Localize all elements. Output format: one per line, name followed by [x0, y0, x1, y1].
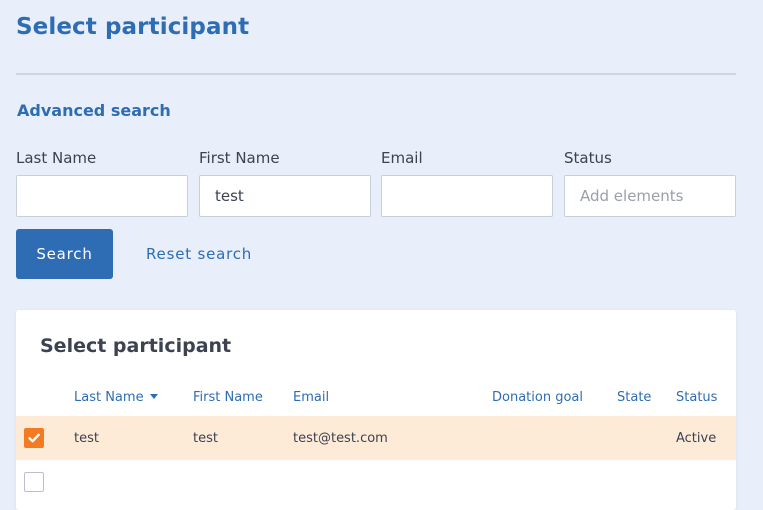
column-header-last-name[interactable]: Last Name: [74, 390, 158, 405]
checkmark-icon: [28, 433, 40, 443]
table-row[interactable]: [16, 460, 736, 504]
cell-first-name: test: [193, 431, 218, 446]
column-header-label: Last Name: [74, 390, 144, 405]
email-label: Email: [381, 149, 423, 167]
results-title: Select participant: [40, 335, 232, 357]
sort-desc-icon: [149, 394, 158, 399]
column-header-state[interactable]: State: [617, 390, 651, 405]
last-name-label: Last Name: [16, 149, 97, 167]
cell-status: Active: [676, 431, 717, 446]
first-name-label: First Name: [199, 149, 280, 167]
last-name-input[interactable]: [16, 175, 188, 217]
row-checkbox[interactable]: [24, 472, 44, 492]
status-label: Status: [564, 149, 612, 167]
results-card: Select participant Last Name First Name …: [16, 310, 736, 510]
column-header-donation-goal[interactable]: Donation goal: [492, 390, 583, 405]
column-header-email[interactable]: Email: [293, 390, 329, 405]
table-row[interactable]: test test test@test.com Active: [16, 416, 736, 460]
column-header-status[interactable]: Status: [676, 390, 717, 405]
advanced-search-link[interactable]: Advanced search: [17, 101, 171, 120]
column-header-first-name[interactable]: First Name: [193, 390, 263, 405]
cell-last-name: test: [74, 431, 99, 446]
email-input[interactable]: [381, 175, 553, 217]
cell-email: test@test.com: [293, 431, 388, 446]
page-title: Select participant: [16, 14, 250, 40]
status-input[interactable]: [564, 175, 736, 217]
row-checkbox[interactable]: [24, 428, 44, 448]
reset-search-link[interactable]: Reset search: [146, 245, 252, 263]
divider: [16, 73, 736, 75]
search-button[interactable]: Search: [16, 229, 113, 279]
first-name-input[interactable]: [199, 175, 371, 217]
